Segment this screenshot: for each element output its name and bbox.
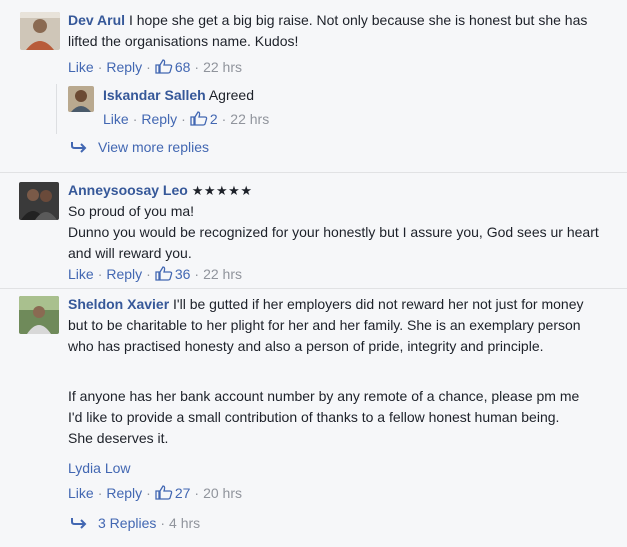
like-count[interactable]: 68 — [175, 59, 191, 75]
comment-actions: Like · Reply · 27 · 20 hrs — [68, 485, 242, 501]
comment-body: Sheldon Xavier I'll be gutted if her emp… — [68, 294, 588, 357]
thumbs-up-icon[interactable] — [155, 59, 173, 74]
thumbs-up-icon[interactable] — [155, 485, 173, 500]
comment-author[interactable]: Dev Arul — [68, 12, 125, 28]
tagged-user-link[interactable]: Lydia Low — [68, 460, 131, 476]
comment-anneysoosay-leo: Anneysoosay Leo ★★★★★ So proud of you ma… — [0, 172, 627, 288]
comment-text: So proud of you ma! — [68, 203, 195, 219]
reply-actions: Like · Reply · 2 · 22 hrs — [103, 111, 270, 127]
reply-author[interactable]: Iskandar Salleh — [103, 87, 206, 103]
reply-button[interactable]: Reply — [141, 111, 177, 127]
like-button[interactable]: Like — [68, 266, 94, 282]
like-button[interactable]: Like — [68, 59, 94, 75]
avatar[interactable] — [68, 86, 94, 112]
reply-body: Iskandar Salleh Agreed — [103, 85, 254, 106]
replies-count[interactable]: 3 Replies — [98, 515, 156, 531]
comment-author[interactable]: Anneysoosay Leo — [68, 182, 188, 198]
timestamp[interactable]: 20 hrs — [203, 485, 242, 501]
timestamp[interactable]: 22 hrs — [203, 266, 242, 282]
like-count[interactable]: 36 — [175, 266, 191, 282]
thumbs-up-icon[interactable] — [155, 266, 173, 281]
reply-button[interactable]: Reply — [106, 266, 142, 282]
like-count[interactable]: 2 — [210, 111, 218, 127]
comment-body: Anneysoosay Leo ★★★★★ So proud of you ma… — [68, 180, 613, 264]
like-button[interactable]: Like — [68, 485, 94, 501]
comment-dev-arul: Dev Arul I hope she get a big big raise.… — [0, 0, 627, 170]
view-more-replies-link[interactable]: View more replies — [70, 139, 209, 155]
like-count[interactable]: 27 — [175, 485, 191, 501]
comment-body: Dev Arul I hope she get a big big raise.… — [68, 10, 613, 52]
reply-text: Agreed — [208, 87, 254, 103]
timestamp[interactable]: 22 hrs — [230, 111, 269, 127]
rating-stars: ★★★★★ — [191, 183, 253, 198]
comment-text-paragraph: If anyone has her bank account number by… — [68, 388, 580, 446]
reply-arrow-icon — [70, 140, 88, 153]
comment-text: Dunno you would be recognized for your h… — [68, 224, 599, 261]
comment-actions: Like · Reply · 36 · 22 hrs — [68, 266, 242, 282]
avatar[interactable] — [19, 296, 59, 334]
comment-actions: Like · Reply · 68 · 22 hrs — [68, 59, 242, 75]
thumbs-up-icon[interactable] — [190, 111, 208, 126]
reply-button[interactable]: Reply — [106, 485, 142, 501]
replies-link[interactable]: 3 Replies · 4 hrs — [70, 515, 200, 531]
comment-author[interactable]: Sheldon Xavier — [68, 296, 169, 312]
avatar[interactable] — [19, 182, 59, 220]
reply-arrow-icon — [70, 516, 88, 529]
reply-thread-line — [56, 84, 57, 134]
like-button[interactable]: Like — [103, 111, 129, 127]
reply-button[interactable]: Reply — [106, 59, 142, 75]
comment-text: I hope she get a big big raise. Not only… — [68, 12, 588, 49]
timestamp[interactable]: 4 hrs — [169, 515, 200, 531]
comment-sheldon-xavier: Sheldon Xavier I'll be gutted if her emp… — [0, 288, 627, 547]
avatar[interactable] — [20, 12, 60, 50]
timestamp[interactable]: 22 hrs — [203, 59, 242, 75]
